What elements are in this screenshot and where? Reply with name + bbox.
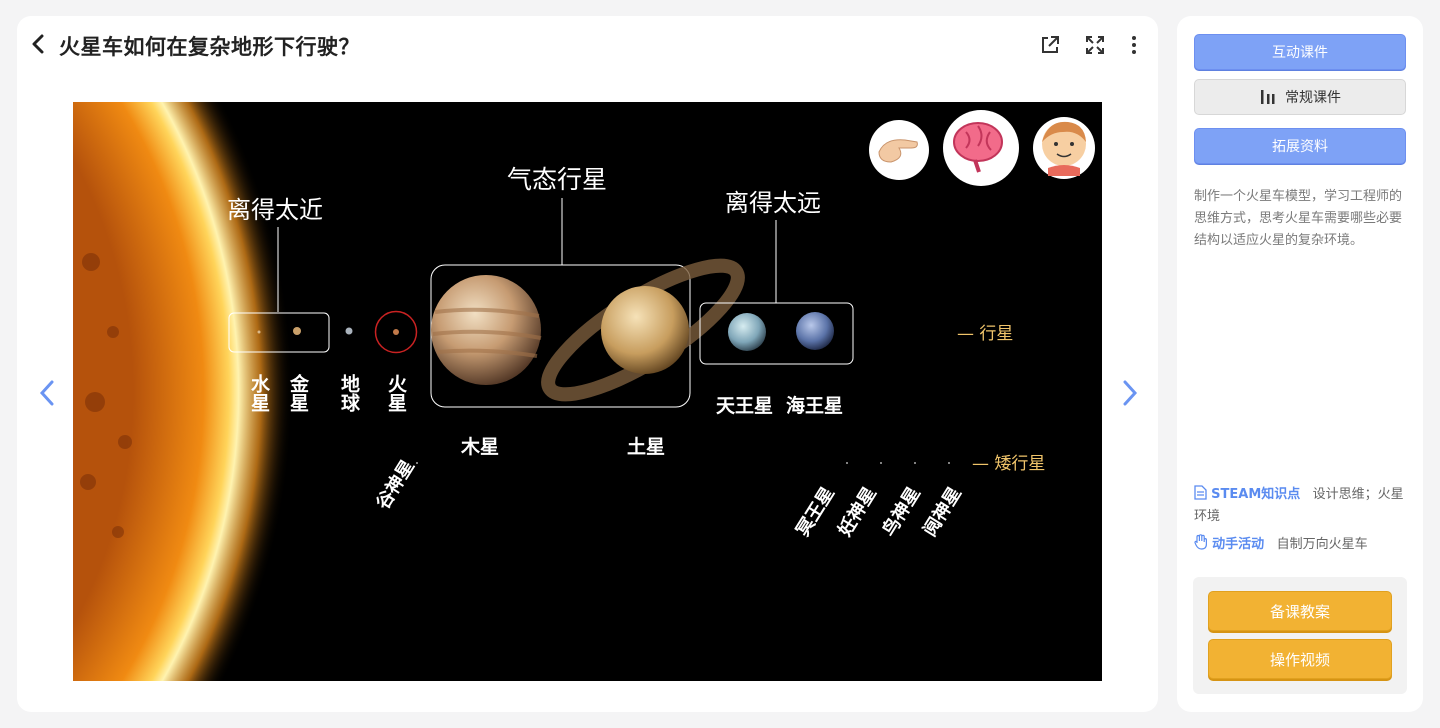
brain-picture-icon (943, 110, 1019, 186)
gas-planets-label: 气态行星 (507, 165, 607, 194)
mercury-name: 水星 (248, 374, 270, 412)
neptune-planet (796, 312, 834, 350)
solar-system-slide: 离得太近 气态行星 离得太远 — 行星 — 矮行星 水星 金星 地球 火星 木星… (73, 102, 1102, 681)
saturn-planet (601, 286, 689, 374)
hand-picture-icon (869, 120, 929, 180)
too-close-label: 离得太近 (227, 196, 323, 224)
neptune-name: 海王星 (786, 395, 844, 417)
extended-materials-button[interactable]: 拓展资料 (1194, 128, 1406, 164)
bars-icon (1261, 90, 1275, 104)
earth-name: 地球 (338, 374, 360, 412)
interactive-courseware-button[interactable]: 互动课件 (1194, 34, 1406, 70)
open-external-icon[interactable] (1039, 34, 1061, 56)
hand-icon (1194, 534, 1207, 550)
mars-name: 火星 (385, 374, 407, 412)
planet-category-label: — 行星 (957, 324, 1013, 344)
title-bar: 火星车如何在复杂地形下行驶？ (17, 16, 1158, 74)
child-face-picture-icon (1033, 117, 1095, 179)
prev-slide-arrow-icon[interactable] (37, 378, 57, 408)
next-slide-arrow-icon[interactable] (1120, 378, 1140, 408)
page-title: 火星车如何在复杂地形下行驶？ (59, 35, 360, 59)
course-description: 制作一个火星车模型，学习工程师的思维方式，思考火星车需要哪些必要结构以适应火星的… (1194, 189, 1403, 248)
sidebar: 互动课件 常规课件 拓展资料 制作一个火星车模型，学习工程师的思维方式，思考火星… (1177, 16, 1423, 712)
teaching-actions-panel: 备课教案 操作视频 (1193, 577, 1407, 694)
mars-planet (393, 329, 399, 335)
too-far-label: 离得太远 (725, 189, 821, 217)
dwarf-category-label: — 矮行星 (972, 454, 1045, 474)
operation-video-button[interactable]: 操作视频 (1208, 639, 1392, 679)
document-icon (1194, 485, 1207, 500)
steam-knowledge-row: STEAM知识点 设计思维；火星环境 (1194, 484, 1409, 528)
steam-label: STEAM知识点 (1211, 487, 1301, 502)
venus-planet (293, 327, 301, 335)
mercury-planet (257, 330, 261, 334)
back-chevron-icon[interactable] (31, 34, 45, 54)
uranus-name: 天王星 (716, 395, 774, 417)
uranus-planet (728, 313, 766, 351)
lesson-plan-button[interactable]: 备课教案 (1208, 591, 1392, 631)
earth-planet (345, 327, 353, 335)
regular-courseware-button[interactable]: 常规课件 (1194, 79, 1406, 115)
jupiter-name: 木星 (461, 436, 500, 458)
regular-courseware-label: 常规课件 (1285, 90, 1341, 106)
activity-value: 自制万向火星车 (1276, 537, 1368, 552)
activity-label: 动手活动 (1212, 537, 1265, 552)
hands-on-activity-row: 动手活动 自制万向火星车 (1194, 534, 1409, 556)
main-panel: 火星车如何在复杂地形下行驶？ 离得太近 气态行星 离得太远 — 行星 — 矮行星… (17, 16, 1158, 712)
venus-name: 金星 (287, 374, 309, 412)
more-vertical-icon[interactable] (1123, 34, 1145, 56)
fullscreen-icon[interactable] (1084, 34, 1106, 56)
slide-canvas: 离得太近 气态行星 离得太远 — 行星 — 矮行星 (73, 102, 1102, 681)
saturn-name: 土星 (627, 436, 666, 458)
